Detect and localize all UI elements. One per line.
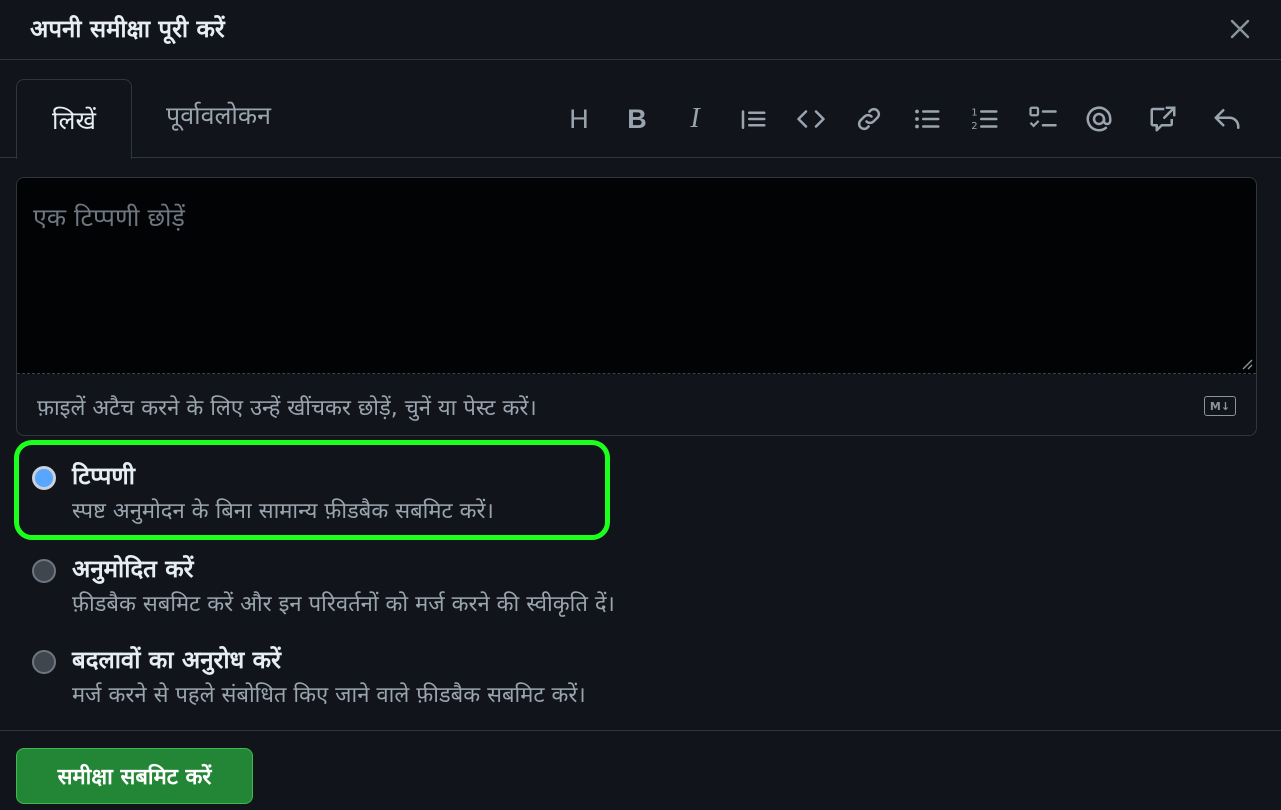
radio-comment[interactable] xyxy=(32,466,56,490)
undo-button[interactable] xyxy=(1208,100,1246,138)
link-button[interactable] xyxy=(850,100,888,138)
italic-icon: I xyxy=(690,103,700,134)
dialog-header: अपनी समीक्षा पूरी करें xyxy=(0,0,1281,60)
quote-button[interactable] xyxy=(734,100,772,138)
heading-icon: H xyxy=(569,103,589,134)
svg-text:1: 1 xyxy=(971,107,977,118)
dialog-title: अपनी समीक्षा पूरी करें xyxy=(30,15,225,43)
markdown-icon[interactable]: M↓ xyxy=(1204,396,1236,416)
svg-text:2: 2 xyxy=(971,121,977,132)
option-description: स्पष्ट अनुमोदन के बिना सामान्य फ़ीडबैक स… xyxy=(72,499,494,524)
option-description: मर्ज करने से पहले संबोधित किए जाने वाले … xyxy=(72,683,586,708)
tab-write[interactable]: लिखें xyxy=(16,79,132,159)
editor-tabbar: लिखें पूर्वावलोकन H B I 12 xyxy=(0,60,1281,159)
tab-preview[interactable]: पूर्वावलोकन xyxy=(166,98,271,132)
italic-button[interactable]: I xyxy=(676,100,714,138)
code-icon xyxy=(797,110,825,128)
task-list-button[interactable] xyxy=(1024,100,1062,138)
cross-reference-icon xyxy=(1150,106,1176,132)
undo-icon xyxy=(1214,109,1240,129)
link-icon xyxy=(857,107,881,131)
ordered-list-icon: 12 xyxy=(971,107,998,132)
x-icon xyxy=(1230,19,1250,39)
submit-review-button[interactable]: समीक्षा सबमिट करें xyxy=(16,748,253,804)
task-list-icon xyxy=(1029,106,1057,128)
unordered-list-button[interactable] xyxy=(908,100,946,138)
dialog-footer: समीक्षा सबमिट करें xyxy=(0,730,1281,810)
mention-icon xyxy=(1086,106,1112,132)
option-label: टिप्पणी xyxy=(72,462,135,490)
comment-editor: एक टिप्पणी छोड़ें फ़ाइलें अटैच करने के ल… xyxy=(16,177,1257,436)
option-label: बदलावों का अनुरोध करें xyxy=(72,646,281,674)
bold-button[interactable]: B xyxy=(618,100,656,138)
close-button[interactable] xyxy=(1225,14,1255,44)
ordered-list-button[interactable]: 12 xyxy=(966,100,1004,138)
option-label: अनुमोदित करें xyxy=(72,555,194,583)
mention-button[interactable] xyxy=(1080,100,1118,138)
radio-approve[interactable] xyxy=(32,559,56,583)
comment-placeholder: एक टिप्पणी छोड़ें xyxy=(33,203,185,232)
radio-request-changes[interactable] xyxy=(32,650,56,674)
code-button[interactable] xyxy=(792,100,830,138)
bold-icon: B xyxy=(627,103,647,134)
cross-reference-button[interactable] xyxy=(1144,100,1182,138)
option-description: फ़ीडबैक सबमिट करें और इन परिवर्तनों को म… xyxy=(72,592,615,617)
heading-button[interactable]: H xyxy=(560,100,598,138)
file-attach-hint[interactable]: फ़ाइलें अटैच करने के लिए उन्हें खींचकर छ… xyxy=(37,392,537,422)
resize-handle-icon[interactable] xyxy=(1239,356,1253,370)
unordered-list-icon xyxy=(915,109,940,129)
comment-textarea[interactable]: एक टिप्पणी छोड़ें xyxy=(17,178,1256,374)
quote-icon xyxy=(741,110,766,129)
